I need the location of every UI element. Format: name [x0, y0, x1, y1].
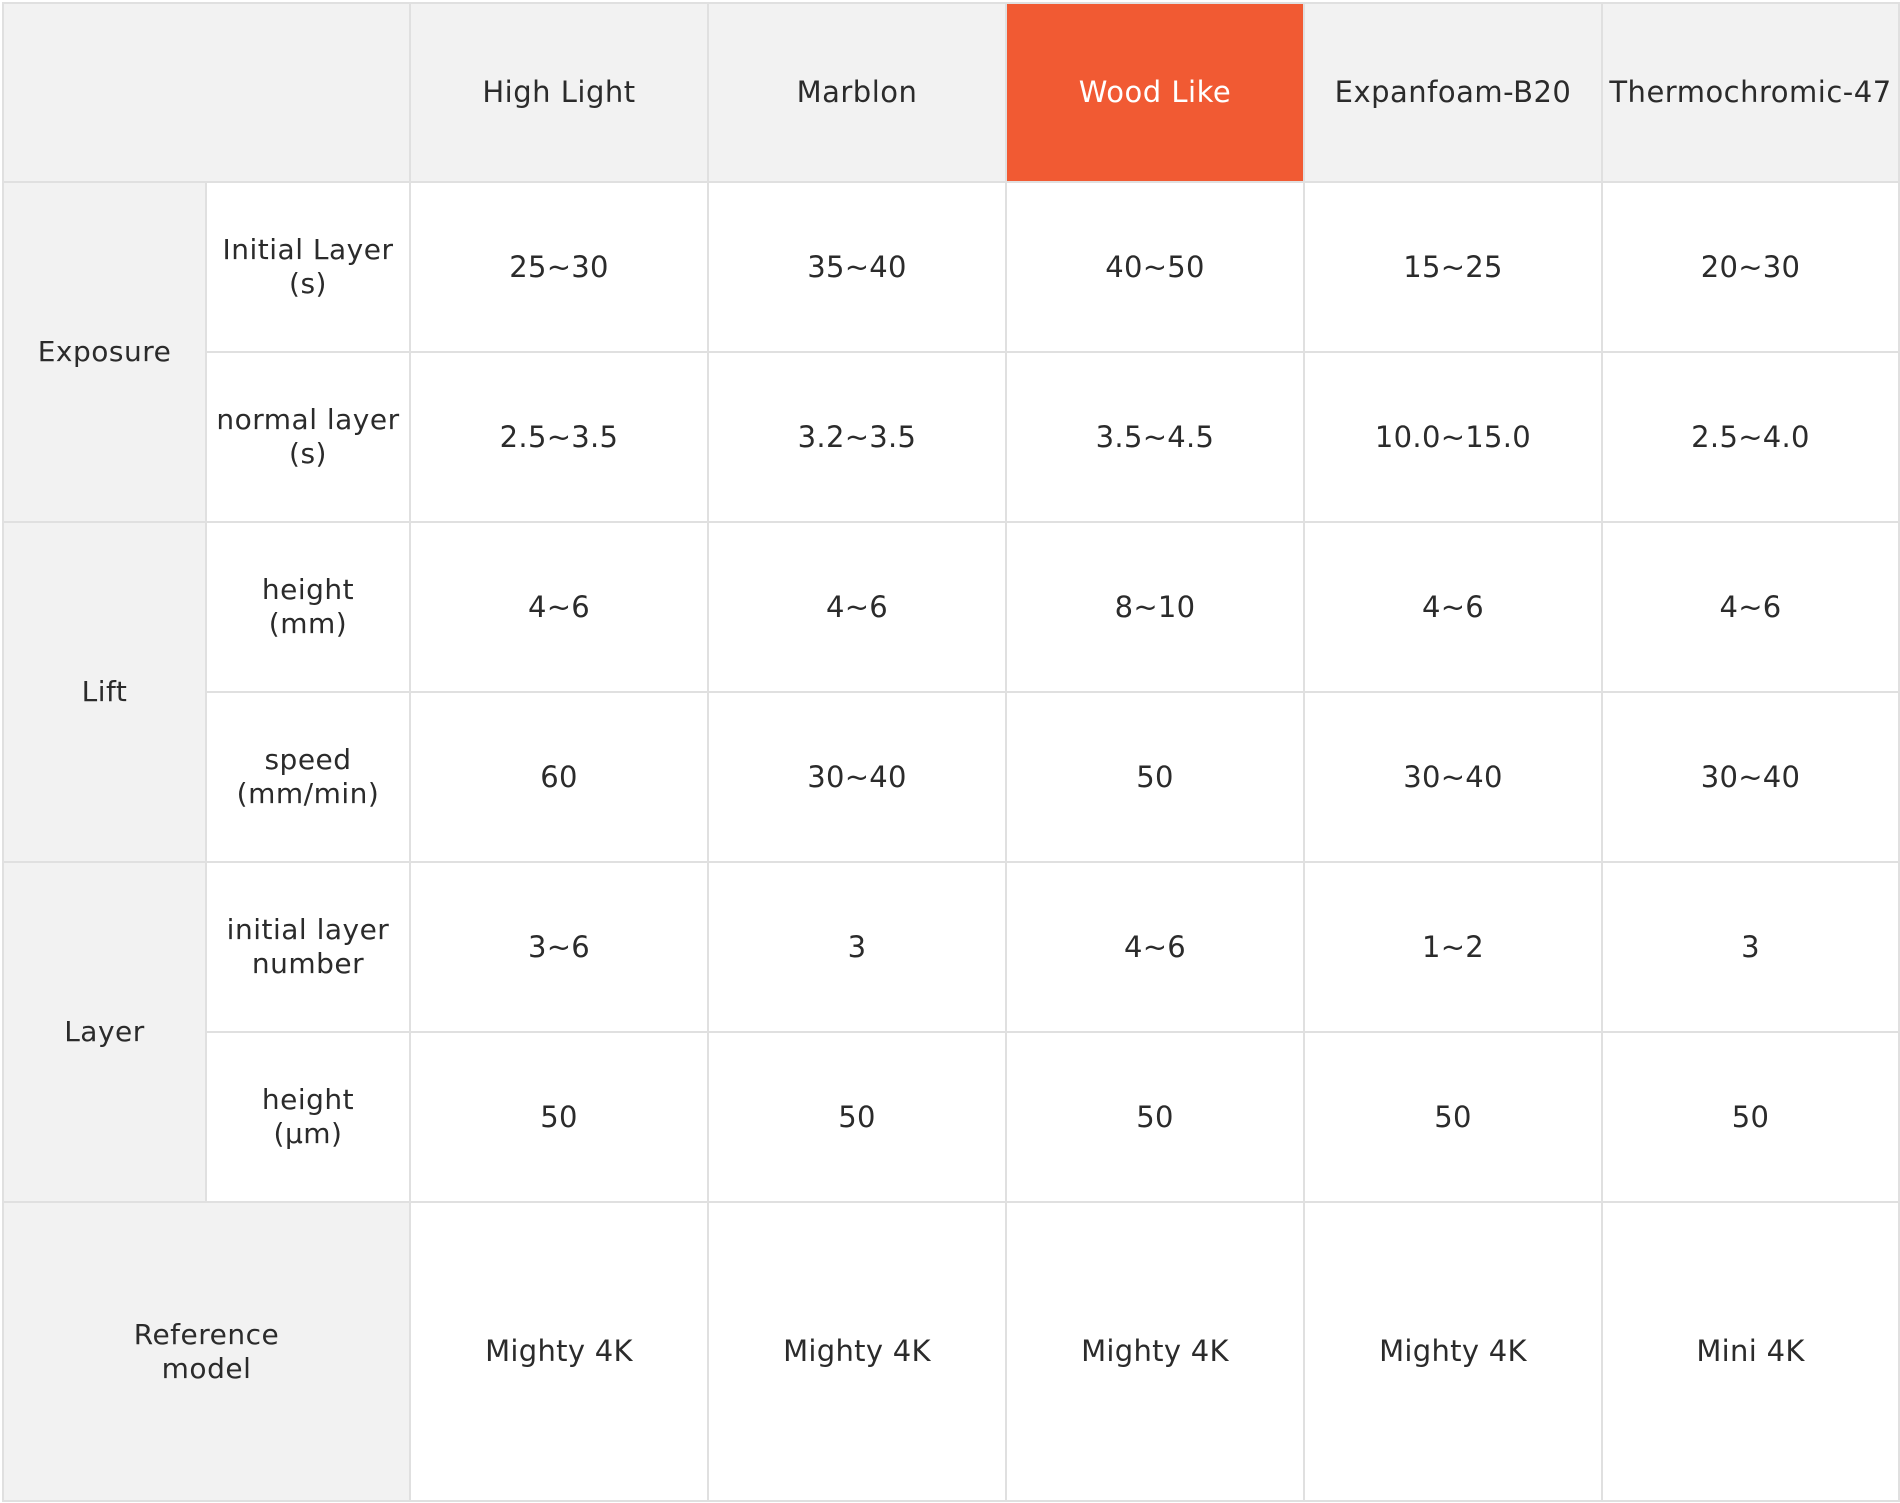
- row-label-line: height: [261, 573, 355, 607]
- column-header-high-light: High Light: [409, 2, 709, 183]
- table-cell: 60: [409, 691, 709, 863]
- table-cell: Mini 4K: [1601, 1201, 1900, 1502]
- row-label: height (µm): [205, 1031, 411, 1203]
- column-header-thermochromic-47: Thermochromic-47: [1601, 2, 1900, 183]
- table-cell: 20~30: [1601, 181, 1900, 353]
- corner-cell: [2, 2, 411, 183]
- table-cell: 3: [707, 861, 1007, 1033]
- column-header-wood-like: Wood Like: [1005, 2, 1305, 183]
- table-cell: 25~30: [409, 181, 709, 353]
- row-label: Initial Layer (s): [205, 181, 411, 353]
- row-label-line: speed: [264, 743, 352, 777]
- row-label: normal layer (s): [205, 351, 411, 523]
- reference-label-line: model: [161, 1351, 252, 1385]
- group-label-exposure: Exposure: [2, 181, 207, 523]
- table-cell: 35~40: [707, 181, 1007, 353]
- column-header-expanfoam-b20: Expanfoam-B20: [1303, 2, 1603, 183]
- table-cell: 10.0~15.0: [1303, 351, 1603, 523]
- row-label-line: Initial Layer: [222, 233, 394, 267]
- table-cell: 30~40: [1303, 691, 1603, 863]
- table-cell: 4~6: [1005, 861, 1305, 1033]
- row-label-unit: (mm/min): [236, 777, 380, 810]
- table-cell: Mighty 4K: [1303, 1201, 1603, 1502]
- reference-label-line: Reference: [133, 1317, 280, 1351]
- table-cell: 1~2: [1303, 861, 1603, 1033]
- table-cell: 4~6: [1601, 521, 1900, 693]
- group-label-layer: Layer: [2, 861, 207, 1203]
- row-label-line: height: [261, 1083, 355, 1117]
- table-cell: 50: [1303, 1031, 1603, 1203]
- table-cell: 3.5~4.5: [1005, 351, 1305, 523]
- table-row: speed (mm/min) 60 30~40 50 30~40 30~40: [3, 691, 1900, 863]
- row-label-unit: (mm): [268, 607, 348, 640]
- table-cell: 3: [1601, 861, 1900, 1033]
- table-cell: 30~40: [707, 691, 1007, 863]
- resin-parameters-table: High Light Marblon Wood Like Expanfoam-B…: [2, 2, 1900, 1502]
- table-cell: 8~10: [1005, 521, 1305, 693]
- row-label-line: normal layer: [216, 403, 400, 437]
- table-cell: 4~6: [1303, 521, 1603, 693]
- table-cell: 15~25: [1303, 181, 1603, 353]
- reference-model-label: Reference model: [2, 1201, 411, 1502]
- table-row: Lift height (mm) 4~6 4~6 8~10 4~6 4~6: [2, 521, 1900, 863]
- table-cell: Mighty 4K: [409, 1201, 709, 1502]
- table-cell: 50: [1601, 1031, 1900, 1203]
- table-row: Layer initial layer number 3~6 3 4~6 1~2…: [2, 861, 1900, 1203]
- table-cell: 50: [707, 1031, 1007, 1203]
- table-cell: 3.2~3.5: [707, 351, 1007, 523]
- table-cell: 30~40: [1601, 691, 1900, 863]
- row-label-line: initial layer: [226, 913, 390, 947]
- table-cell: 4~6: [707, 521, 1007, 693]
- row-label-unit: (µm): [273, 1117, 343, 1150]
- column-header-marblon: Marblon: [707, 2, 1007, 183]
- table-row: height (µm) 50 50 50 50 50: [3, 1031, 1900, 1203]
- table-cell: Mighty 4K: [707, 1201, 1007, 1502]
- group-label-lift: Lift: [2, 521, 207, 863]
- table-cell: 2.5~3.5: [409, 351, 709, 523]
- row-label: speed (mm/min): [205, 691, 411, 863]
- table-row: normal layer (s) 2.5~3.5 3.2~3.5 3.5~4.5…: [3, 351, 1900, 523]
- row-label: height (mm): [205, 521, 411, 693]
- reference-row: Reference model Mighty 4K Mighty 4K Migh…: [2, 1201, 1900, 1502]
- table-row: Exposure Initial Layer (s) 25~30 35~40 4…: [2, 181, 1900, 523]
- table-cell: 50: [409, 1031, 709, 1203]
- table-cell: 50: [1005, 1031, 1305, 1203]
- row-label-unit: (s): [289, 437, 327, 470]
- table-cell: 2.5~4.0: [1601, 351, 1900, 523]
- row-label-unit: (s): [289, 267, 327, 300]
- row-label: initial layer number: [205, 861, 411, 1033]
- table-cell: 3~6: [409, 861, 709, 1033]
- header-row: High Light Marblon Wood Like Expanfoam-B…: [2, 2, 1900, 183]
- table-cell: 4~6: [409, 521, 709, 693]
- table-cell: 50: [1005, 691, 1305, 863]
- row-label-unit: number: [251, 947, 365, 980]
- table-cell: Mighty 4K: [1005, 1201, 1305, 1502]
- table-cell: 40~50: [1005, 181, 1305, 353]
